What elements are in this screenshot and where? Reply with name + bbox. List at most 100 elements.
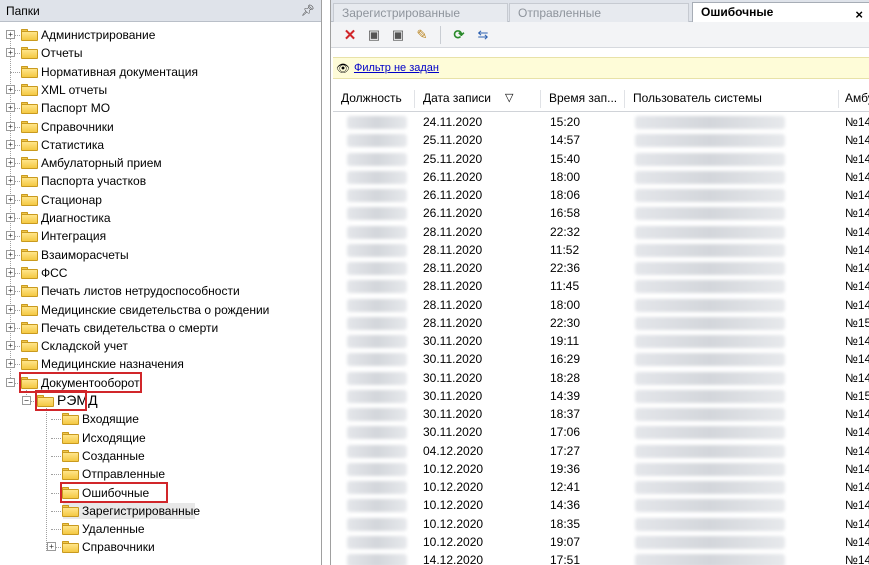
expand-icon[interactable]: + xyxy=(6,176,15,186)
table-row[interactable]: 10.12.2020 18:35 №143 xyxy=(333,515,869,533)
expand-icon[interactable]: + xyxy=(6,286,15,296)
tree-item-23[interactable]: Исходящие xyxy=(0,429,320,447)
tab-sent[interactable]: Отправленные xyxy=(509,3,689,22)
tree-item-15[interactable]: + Печать листов нетрудоспособности xyxy=(0,282,320,300)
tree-item-29[interactable]: + Справочники xyxy=(0,538,320,556)
table-row[interactable]: 28.11.2020 22:30 №152 xyxy=(333,314,869,332)
expand-icon[interactable]: + xyxy=(47,542,56,552)
edit-icon[interactable]: ✎ xyxy=(413,26,431,44)
tree-item-17[interactable]: + Печать свидетельства о смерти xyxy=(0,319,320,337)
tree-item-11[interactable]: + Диагностика xyxy=(0,209,320,227)
tree-item-22[interactable]: Входящие xyxy=(0,410,320,428)
expand-icon[interactable]: + xyxy=(6,231,15,241)
table-row[interactable]: 28.11.2020 18:00 №143 xyxy=(333,296,869,314)
column-header-date[interactable]: Дата записи xyxy=(423,91,491,105)
expand-icon[interactable]: + xyxy=(6,341,15,351)
tree-item-4[interactable]: + XML отчеты xyxy=(0,81,320,99)
tree-item-10[interactable]: + Стационар xyxy=(0,191,320,209)
tree-item-3[interactable]: Нормативная документация xyxy=(0,63,320,81)
pin-icon[interactable]: 📌︎ xyxy=(301,4,315,17)
expand-icon[interactable]: + xyxy=(6,30,15,39)
expand-icon[interactable]: + xyxy=(6,213,15,222)
table-row[interactable]: 28.11.2020 22:36 №143 xyxy=(333,259,869,277)
close-tab-icon[interactable]: × xyxy=(855,7,863,22)
refresh-icon[interactable]: ⟳ xyxy=(450,26,468,44)
tree-item-24[interactable]: Созданные xyxy=(0,447,320,465)
tree-item-16[interactable]: + Медицинские свидетельства о рождении xyxy=(0,301,320,319)
filter-link[interactable]: Фильтр не задан xyxy=(354,62,439,74)
tree-item-20[interactable]: − Документооборот xyxy=(0,371,320,393)
expand-icon[interactable]: + xyxy=(6,359,15,369)
delete-icon[interactable]: ✕ xyxy=(341,26,359,44)
sort-down-icon[interactable]: ▽ xyxy=(505,91,513,104)
folder-icon xyxy=(62,431,79,444)
tree-item-18[interactable]: + Складской учет xyxy=(0,337,320,355)
table-row[interactable]: 28.11.2020 11:45 №143 xyxy=(333,277,869,295)
table-row[interactable]: 30.11.2020 17:06 №143 xyxy=(333,423,869,441)
tab-registered[interactable]: Зарегистрированные xyxy=(333,3,508,22)
tree-item-8[interactable]: + Амбулаторный прием xyxy=(0,154,320,172)
table-row[interactable]: 14.12.2020 17:51 №143 xyxy=(333,551,869,565)
column-separator[interactable] xyxy=(838,90,839,108)
tree-item-2[interactable]: + Отчеты xyxy=(0,44,320,62)
collapse-icon[interactable]: − xyxy=(22,396,31,405)
tree-item-13[interactable]: + Взаиморасчеты xyxy=(0,246,320,264)
table-row[interactable]: 24.11.2020 15:20 №143 xyxy=(333,113,869,131)
table-row[interactable]: 28.11.2020 11:52 №143 xyxy=(333,241,869,259)
table-row[interactable]: 30.11.2020 14:39 №152 xyxy=(333,387,869,405)
column-separator[interactable] xyxy=(624,90,625,108)
expand-icon[interactable]: + xyxy=(6,121,15,131)
collapse-icon[interactable]: − xyxy=(6,377,15,387)
properties-icon[interactable]: ▣ xyxy=(365,26,383,44)
table-row[interactable]: 28.11.2020 22:32 №143 xyxy=(333,223,869,241)
expand-icon[interactable]: + xyxy=(6,103,15,113)
expand-icon[interactable]: + xyxy=(6,322,15,332)
table-row[interactable]: 30.11.2020 19:11 №143 xyxy=(333,332,869,350)
tab-erroneous[interactable]: Ошибочные × xyxy=(692,2,869,23)
tree-item-26[interactable]: Ошибочные xyxy=(0,481,320,503)
table-row[interactable]: 30.11.2020 18:28 №143 xyxy=(333,369,869,387)
cell-date: 25.11.2020 xyxy=(423,133,483,148)
expand-icon[interactable]: + xyxy=(6,249,15,259)
table-row[interactable]: 26.11.2020 16:58 №143 xyxy=(333,204,869,222)
expand-icon[interactable]: + xyxy=(6,158,15,168)
tree-item-14[interactable]: + ФСС xyxy=(0,264,320,282)
table-row[interactable]: 30.11.2020 16:29 №143 xyxy=(333,350,869,368)
table-row[interactable]: 10.12.2020 12:41 №143 xyxy=(333,478,869,496)
tree-item-19[interactable]: + Медицинские назначения xyxy=(0,355,320,373)
tree-item-21[interactable]: − РЭМД xyxy=(0,390,320,411)
table-row[interactable]: 04.12.2020 17:27 №143 xyxy=(333,442,869,460)
expand-icon[interactable]: + xyxy=(6,304,15,314)
table-row[interactable]: 25.11.2020 15:40 №143 xyxy=(333,150,869,168)
tree-item-27[interactable]: Зарегистрированные xyxy=(0,502,320,520)
expand-icon[interactable]: + xyxy=(6,267,15,277)
table-row[interactable]: 26.11.2020 18:00 №143 xyxy=(333,168,869,186)
table-row[interactable]: 26.11.2020 18:06 №143 xyxy=(333,186,869,204)
expand-icon[interactable]: + xyxy=(6,139,15,149)
table-row[interactable]: 30.11.2020 18:37 №143 xyxy=(333,405,869,423)
column-header-position[interactable]: Должность xyxy=(341,91,402,105)
column-separator[interactable] xyxy=(540,90,541,108)
properties-alt-icon[interactable]: ▣ xyxy=(389,26,407,44)
column-header-ambulatory[interactable]: Амбу xyxy=(845,91,869,105)
expand-icon[interactable]: + xyxy=(6,194,15,204)
tree-item-12[interactable]: + Интеграция xyxy=(0,227,320,245)
export-icon[interactable]: ⇆ xyxy=(474,26,492,44)
column-separator[interactable] xyxy=(414,90,415,108)
table-row[interactable]: 10.12.2020 19:07 №143 xyxy=(333,533,869,551)
tree-item-5[interactable]: + Паспорт МО xyxy=(0,99,320,117)
expand-icon[interactable]: + xyxy=(6,48,15,58)
column-header-user[interactable]: Пользователь системы xyxy=(633,91,762,105)
tree-item-6[interactable]: + Справочники xyxy=(0,118,320,136)
tree-item-7[interactable]: + Статистика xyxy=(0,136,320,154)
table-row[interactable]: 25.11.2020 14:57 №143 xyxy=(333,131,869,149)
expand-icon[interactable]: + xyxy=(6,84,15,94)
cell-date: 10.12.2020 xyxy=(423,480,484,494)
tree-item-1[interactable]: + Администрирование xyxy=(0,26,320,44)
table-row[interactable]: 10.12.2020 14:36 №143 xyxy=(333,496,869,514)
column-header-time[interactable]: Время зап... xyxy=(549,91,617,105)
tree-item-9[interactable]: + Паспорта участков xyxy=(0,172,320,190)
tree-item-25[interactable]: Отправленные xyxy=(0,465,320,483)
tree-item-28[interactable]: Удаленные xyxy=(0,520,320,538)
table-row[interactable]: 10.12.2020 19:36 №143 xyxy=(333,460,869,478)
